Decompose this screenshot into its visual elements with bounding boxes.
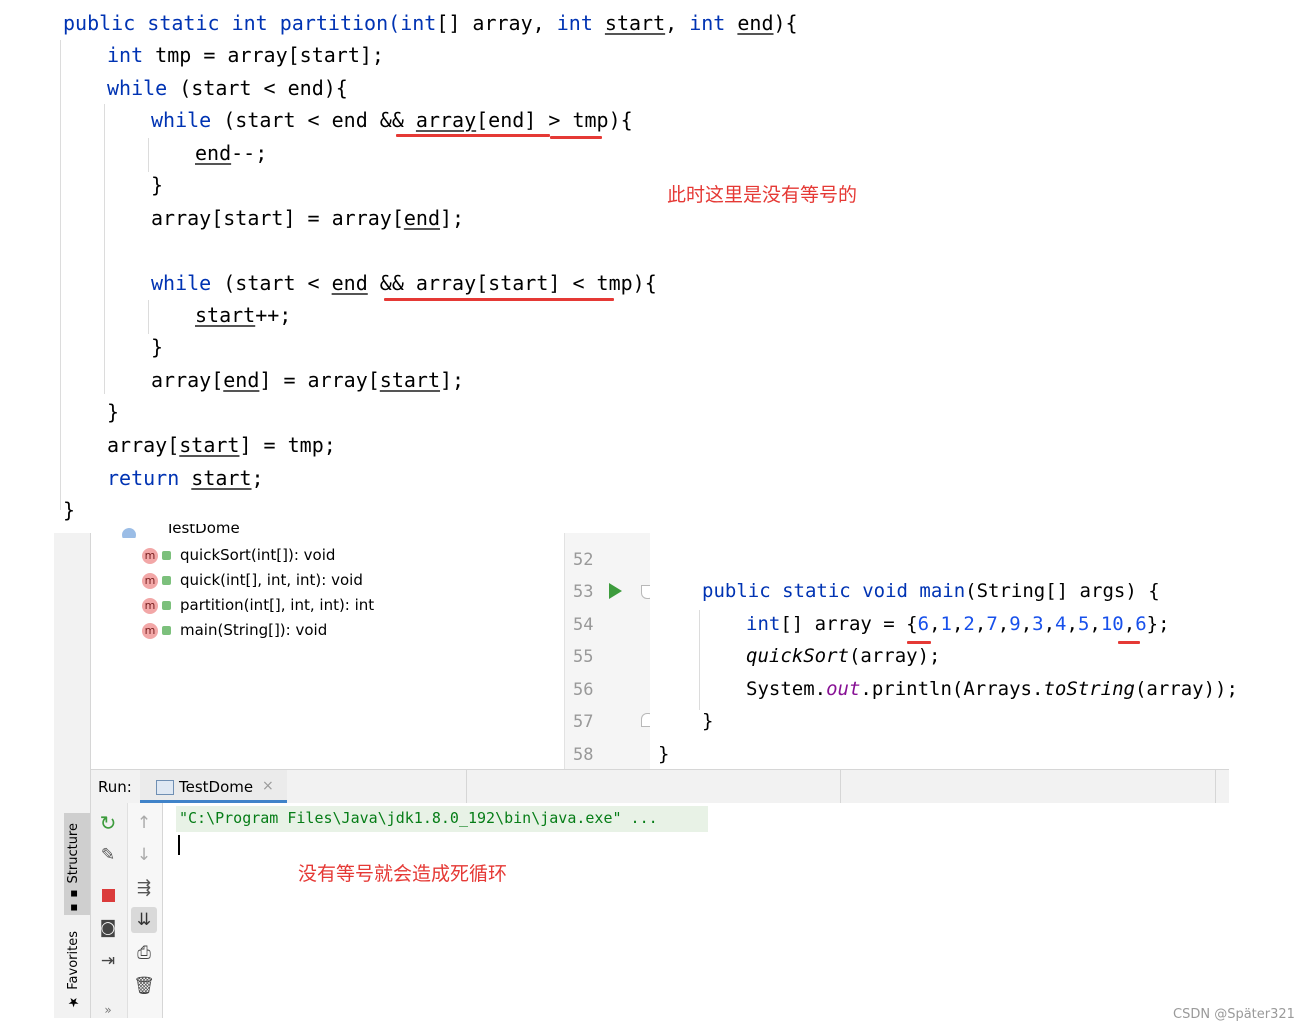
wrench-icon[interactable]: ✎: [97, 845, 119, 865]
code-line-13: array[start] = tmp;: [107, 433, 336, 457]
red-underline-mark: [396, 134, 550, 137]
run-tab-label[interactable]: TestDome: [179, 778, 253, 796]
code-line-5: end--;: [195, 141, 268, 165]
annotation-infinite-loop: 没有等号就会造成死循环: [298, 863, 508, 885]
up-arrow-icon[interactable]: ↑: [133, 813, 155, 833]
run-gutter-icon[interactable]: [609, 583, 622, 599]
line-number: 58: [573, 745, 594, 765]
console-output[interactable]: [163, 803, 1313, 1018]
red-underline-mark: [1118, 641, 1140, 644]
line-number: 54: [573, 615, 594, 635]
star-icon: ★: [66, 989, 81, 1009]
red-underline-mark: [384, 298, 614, 301]
exit-icon[interactable]: ⇥: [97, 951, 119, 971]
indent-guide: [148, 138, 149, 172]
method-icon: m: [142, 597, 158, 614]
code-line-10: }: [151, 335, 164, 359]
console-command-text: "C:\Program Files\Java\jdk1.8.0_192\bin\…: [179, 809, 658, 827]
method-icon: m: [142, 622, 158, 639]
line-number: 53: [573, 582, 594, 602]
editor-line-55: quickSort(array);: [746, 645, 941, 667]
more-icon[interactable]: »: [97, 1000, 119, 1020]
public-access-icon: [162, 551, 171, 560]
code-line-3: while (start < end){: [107, 76, 348, 100]
editor-line-57: }: [702, 710, 714, 732]
structure-item-partition[interactable]: m partition(int[], int, int): int: [142, 596, 374, 614]
code-line-4: while (start < end && array[end] > tmp){: [151, 108, 633, 132]
run-toolbar-primary: [91, 803, 128, 1018]
code-line-14: return start;: [107, 466, 264, 490]
editor-line-56: System.out.println(Arrays.toString(array…: [746, 678, 1238, 700]
indent-guide: [148, 300, 149, 334]
run-label: Run:: [98, 778, 132, 796]
favorites-tool-tab[interactable]: ★ Favorites: [66, 931, 81, 1009]
code-line-2: int tmp = array[start];: [107, 43, 384, 67]
soft-wrap-icon[interactable]: ⇶: [133, 878, 155, 898]
stop-icon[interactable]: [102, 889, 115, 902]
down-arrow-icon[interactable]: ↓: [133, 845, 155, 865]
code-line-6: }: [151, 173, 164, 197]
structure-tab-icon: ▪▪: [67, 883, 81, 916]
editor-line-53: public static void main(String[] args) {: [702, 580, 1160, 602]
text-cursor: [178, 835, 180, 855]
partition-code-snippet: public static int partition(int[] array,…: [0, 0, 1313, 530]
trash-icon[interactable]: 🗑: [133, 976, 155, 996]
annotation-no-equals: 此时这里是没有等号的: [667, 184, 858, 206]
structure-panel: [91, 533, 564, 769]
code-line-15: }: [63, 498, 76, 522]
print-icon[interactable]: ⎙: [133, 943, 155, 963]
method-icon: m: [142, 572, 158, 589]
indent-guide: [60, 40, 61, 510]
indent-guide: [699, 610, 700, 710]
public-access-icon: [162, 626, 171, 635]
console-icon: [156, 780, 174, 795]
rerun-icon[interactable]: ↻: [97, 813, 119, 833]
public-access-icon: [162, 601, 171, 610]
structure-item-main[interactable]: m main(String[]): void: [142, 621, 327, 639]
line-number: 55: [573, 647, 594, 667]
editor-line-54: int[] array = {6,1,2,7,9,3,4,5,10,6};: [746, 613, 1170, 635]
class-icon: [122, 528, 136, 538]
left-tool-strip: ▪▪ Structure ★ Favorites: [54, 533, 91, 1018]
watermark: CSDN @Später321: [1173, 1007, 1295, 1022]
camera-icon[interactable]: ◙: [97, 918, 119, 938]
line-number: 57: [573, 712, 594, 732]
indent-guide: [104, 104, 105, 394]
public-access-icon: [162, 576, 171, 585]
line-number: 52: [573, 550, 594, 570]
code-line-12: }: [107, 400, 120, 424]
code-line-9: start++;: [195, 303, 292, 327]
method-icon: m: [142, 547, 158, 564]
close-tab-icon[interactable]: ×: [262, 778, 274, 794]
code-line-8: while (start < end && array[start] < tmp…: [151, 271, 657, 295]
divider: [466, 770, 467, 803]
editor-line-58: }: [658, 743, 670, 765]
structure-tool-tab[interactable]: ▪▪ Structure: [66, 823, 81, 915]
structure-item-quicksort[interactable]: m quickSort(int[]): void: [142, 546, 335, 564]
scroll-to-end-icon[interactable]: ⇊: [133, 910, 155, 930]
line-number: 56: [573, 680, 594, 700]
code-line-7: array[start] = array[end];: [151, 206, 465, 230]
divider: [1215, 770, 1216, 803]
structure-item-quick[interactable]: m quick(int[], int, int): void: [142, 571, 363, 589]
divider: [840, 770, 841, 803]
red-underline-mark: [550, 136, 602, 139]
code-line-11: array[end] = array[start];: [151, 368, 465, 392]
structure-root-node[interactable]: TestDome: [122, 524, 262, 538]
code-line-1: public static int partition(int[] array,…: [63, 11, 798, 35]
